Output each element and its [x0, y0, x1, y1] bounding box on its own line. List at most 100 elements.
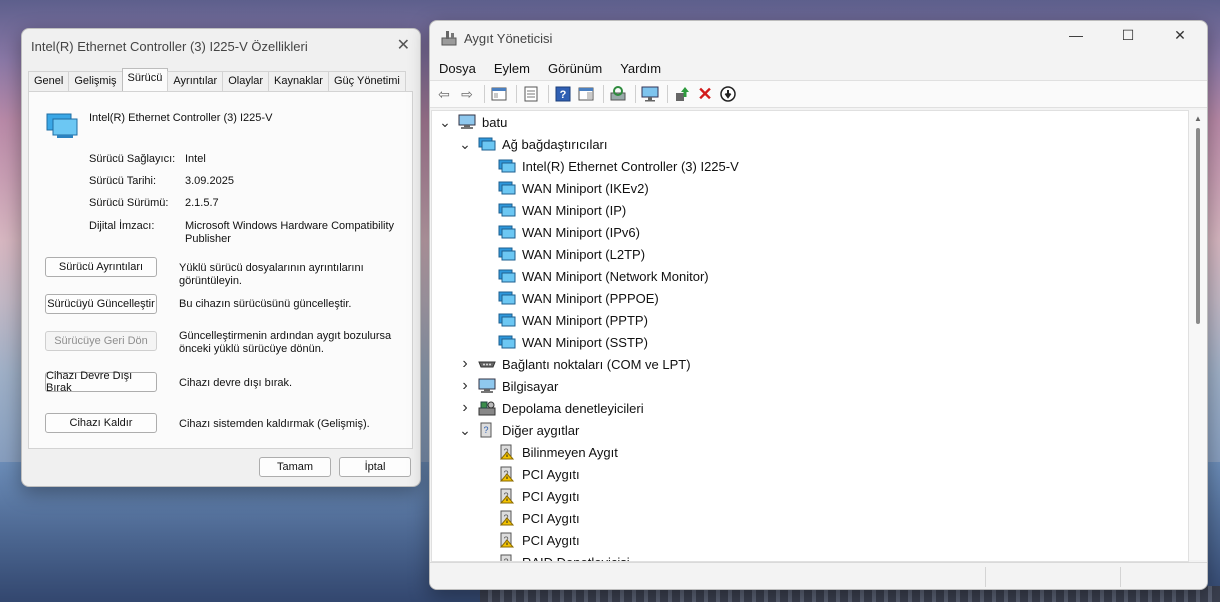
menu-help[interactable]: Yardım — [611, 59, 670, 79]
tree-item[interactable]: › Bilgisayar — [458, 375, 558, 397]
toolbar-separator — [635, 85, 636, 103]
driver-provider-label: Sürücü Sağlayıcı: — [89, 153, 176, 165]
tree-item[interactable]: WAN Miniport (PPPOE) — [478, 287, 659, 309]
toolbar-separator — [603, 85, 604, 103]
tree-item[interactable]: WAN Miniport (IPv6) — [478, 221, 640, 243]
update-driver-desc: Bu cihazın sürücüsünü güncelleştir. — [179, 298, 352, 310]
tree-item[interactable]: ? RAID Denetleyicisi — [478, 551, 630, 561]
roll-back-driver-button[interactable]: Sürücüye Geri Dön — [45, 331, 157, 351]
driver-details-desc: Yüklü sürücü dosyalarının ayrıntılarını … — [179, 262, 364, 287]
disable-device-icon[interactable] — [718, 84, 738, 104]
menu-file[interactable]: Dosya — [430, 59, 485, 79]
action-pane-icon[interactable] — [576, 84, 596, 104]
network-adapter-icon — [46, 113, 78, 138]
tab-events[interactable]: Olaylar — [222, 71, 270, 92]
disable-device-button[interactable]: Cihazı Devre Dışı Bırak — [45, 370, 157, 394]
device-manager-window: Aygıt Yöneticisi — ☐ ✕ Dosya Eylem Görün… — [429, 20, 1208, 590]
svg-text:?: ? — [483, 425, 488, 435]
vertical-scrollbar[interactable]: ▲ — [1189, 110, 1207, 560]
tab-power-management[interactable]: Güç Yönetimi — [327, 71, 406, 92]
tab-driver[interactable]: Sürücü — [121, 68, 169, 92]
tree-item[interactable]: WAN Miniport (L2TP) — [478, 243, 645, 265]
scroll-up-icon[interactable]: ▲ — [1194, 114, 1202, 123]
network-adapter-icon — [498, 202, 516, 218]
forward-arrow-icon[interactable]: ⇨ — [457, 84, 477, 104]
tab-details[interactable]: Ayrıntılar — [167, 71, 224, 92]
tree-item[interactable]: ? PCI Aygıtı — [478, 463, 580, 485]
tree-item[interactable]: ? PCI Aygıtı — [478, 485, 580, 507]
tree-item[interactable]: WAN Miniport (PPTP) — [478, 309, 648, 331]
warning-device-icon: ? — [498, 510, 516, 526]
tree-item[interactable]: ⌄ Ağ bağdaştırıcıları — [458, 133, 607, 155]
network-adapter-icon — [498, 334, 516, 350]
disable-device-desc: Cihazı devre dışı bırak. — [179, 377, 293, 389]
warning-device-icon: ? — [498, 532, 516, 548]
dialog-title: Intel(R) Ethernet Controller (3) I225-V … — [31, 39, 308, 54]
tree-item[interactable]: Intel(R) Ethernet Controller (3) I225-V — [478, 155, 739, 177]
properties-dialog: Intel(R) Ethernet Controller (3) I225-V … — [21, 28, 421, 487]
uninstall-device-button[interactable]: Cihazı Kaldır — [45, 413, 157, 433]
back-arrow-icon[interactable]: ⇦ — [434, 84, 454, 104]
tree-item[interactable]: ⌄ batu — [438, 111, 507, 133]
tree-item[interactable]: › Bağlantı noktaları (COM ve LPT) — [458, 353, 690, 375]
help-icon[interactable]: ? — [553, 84, 573, 104]
scan-hardware-changes-icon[interactable] — [608, 84, 628, 104]
tab-general[interactable]: Genel — [28, 71, 70, 92]
tree-item[interactable]: ? PCI Aygıtı — [478, 507, 580, 529]
digital-signer-value: Microsoft Windows Hardware Compatibility… — [185, 220, 395, 245]
tree-item-label: Depolama denetleyicileri — [502, 400, 644, 416]
network-adapter-icon — [498, 246, 516, 262]
warning-device-icon: ? — [498, 488, 516, 504]
network-adapter-icon — [498, 180, 516, 196]
update-driver-button[interactable]: Sürücüyü Güncelleştir — [45, 294, 157, 314]
uninstall-device-icon[interactable]: ✕ — [695, 84, 715, 104]
warning-device-icon: ? — [498, 444, 516, 460]
tree-item-label: PCI Aygıtı — [522, 532, 580, 548]
toolbar-separator — [667, 85, 668, 103]
roll-back-driver-desc: Güncelleştirmenin ardından aygıt bozulur… — [179, 330, 392, 355]
close-icon[interactable]: ✕ — [397, 35, 410, 55]
minimize-icon[interactable]: — — [1066, 27, 1086, 43]
tree-item[interactable]: ⌄? Diğer aygıtlar — [458, 419, 579, 441]
close-icon[interactable]: ✕ — [1170, 27, 1190, 44]
tab-resources[interactable]: Kaynaklar — [268, 71, 329, 92]
chevron-right-icon[interactable]: › — [458, 355, 472, 373]
tree-item[interactable]: WAN Miniport (IKEv2) — [478, 177, 649, 199]
menu-view[interactable]: Görünüm — [539, 59, 611, 79]
tree-item-label: WAN Miniport (PPTP) — [522, 312, 648, 328]
tree-item[interactable]: ? Bilinmeyen Aygıt — [478, 441, 618, 463]
maximize-icon[interactable]: ☐ — [1118, 27, 1138, 44]
tree-item-label: WAN Miniport (L2TP) — [522, 246, 646, 262]
menu-action[interactable]: Eylem — [485, 59, 539, 79]
computer-icon — [458, 114, 476, 130]
tree-item-label: Bilinmeyen Aygıt — [522, 444, 618, 460]
tree-item[interactable]: WAN Miniport (SSTP) — [478, 331, 648, 353]
tree-item[interactable]: WAN Miniport (Network Monitor) — [478, 265, 709, 287]
scrollbar-thumb[interactable] — [1196, 128, 1200, 324]
tree-item[interactable]: › Depolama denetleyicileri — [458, 397, 644, 419]
cancel-button[interactable]: İptal — [339, 457, 411, 477]
network-adapter-icon — [478, 136, 496, 152]
computer-icon — [478, 378, 496, 394]
unknown-device-icon: ? — [478, 422, 496, 438]
update-driver-icon[interactable] — [672, 84, 692, 104]
chevron-right-icon[interactable]: › — [458, 377, 472, 395]
driver-details-button[interactable]: Sürücü Ayrıntıları — [45, 257, 157, 277]
tree-item-label: Bilgisayar — [502, 378, 559, 394]
show-hide-console-tree-icon[interactable] — [489, 84, 509, 104]
properties-icon[interactable] — [521, 84, 541, 104]
tree-item-label: WAN Miniport (Network Monitor) — [522, 268, 709, 284]
monitor-icon[interactable] — [640, 84, 660, 104]
tree-item[interactable]: WAN Miniport (IP) — [478, 199, 626, 221]
chevron-down-icon[interactable]: ⌄ — [458, 137, 472, 151]
window-title: Aygıt Yöneticisi — [464, 31, 553, 46]
tab-advanced[interactable]: Gelişmiş — [68, 71, 123, 92]
toolbar-separator — [516, 85, 517, 103]
tree-item[interactable]: ? PCI Aygıtı — [478, 529, 580, 551]
chevron-down-icon[interactable]: ⌄ — [438, 115, 452, 129]
ok-button[interactable]: Tamam — [259, 457, 331, 477]
chevron-right-icon[interactable]: › — [458, 399, 472, 417]
toolbar: ⇦ ⇨ ? ✕ — [430, 80, 1207, 108]
warning-device-icon: ? — [498, 466, 516, 482]
chevron-down-icon[interactable]: ⌄ — [458, 423, 472, 437]
